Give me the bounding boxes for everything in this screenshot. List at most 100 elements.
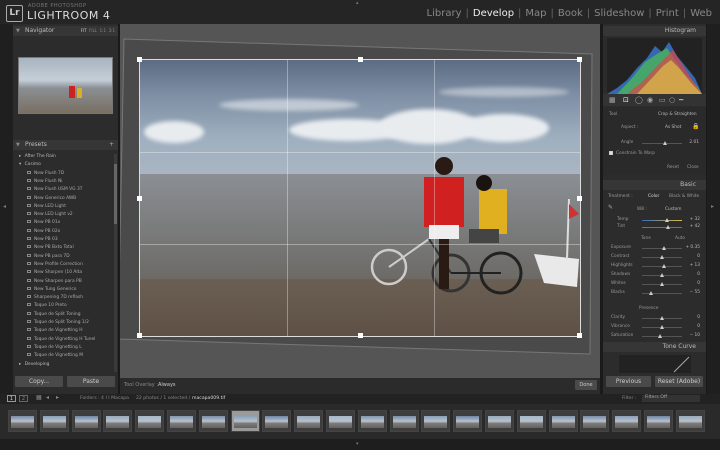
white-balance-picker-icon[interactable]: ✎ — [608, 204, 613, 211]
slider-value[interactable]: − 10 — [680, 333, 700, 338]
filmstrip-thumbnail[interactable] — [453, 410, 483, 432]
filmstrip-thumbnail[interactable] — [357, 410, 387, 432]
adjustment-slider[interactable] — [642, 291, 682, 295]
crop-reset-button[interactable]: Reset — [667, 165, 679, 170]
preset-item[interactable]: New LED Light v2 — [27, 212, 73, 220]
slider-value[interactable]: + 0.35 — [680, 245, 700, 250]
module-develop[interactable]: Develop — [469, 8, 518, 19]
spot-removal-icon[interactable]: ◯ — [635, 96, 643, 104]
basic-header[interactable]: Basic — [603, 180, 706, 190]
auto-tone-button[interactable]: Auto — [675, 236, 685, 241]
histogram-chart[interactable] — [607, 38, 702, 94]
filmstrip-thumbnail[interactable] — [326, 410, 355, 432]
filter-select[interactable]: Filters Off — [642, 395, 700, 402]
adjustment-slider[interactable] — [642, 264, 682, 268]
aspect-select[interactable]: As Shot — [665, 125, 681, 130]
preset-item[interactable]: New Tung Generico — [27, 286, 76, 295]
adjustment-slider[interactable] — [642, 273, 682, 277]
crop-handle-bottom[interactable] — [358, 333, 363, 338]
filmstrip-thumbnail[interactable] — [71, 410, 101, 432]
tone-curve-header[interactable]: Tone Curve — [603, 342, 706, 352]
preset-item[interactable]: New PB 03 — [27, 237, 58, 245]
screen-1-button[interactable]: 1 — [7, 395, 16, 402]
paste-button[interactable]: Paste — [67, 376, 115, 387]
angle-value[interactable]: 2.01 — [679, 140, 699, 145]
preset-item[interactable]: New PB Bxto Total — [27, 245, 74, 253]
crop-tool-icon[interactable]: ⊡ — [623, 96, 629, 104]
wb-select[interactable]: Custom — [665, 207, 681, 212]
filmstrip-thumbnail[interactable] — [675, 410, 705, 432]
reset-adobe-button[interactable]: Reset (Adobe) — [655, 376, 703, 387]
zoom-options[interactable]: FIT FILL 1:1 3:1 — [81, 26, 115, 36]
collapse-filmstrip-icon[interactable]: ▾ — [356, 441, 359, 447]
filmstrip-thumbnail[interactable] — [421, 410, 451, 432]
adjustment-brush-icon[interactable]: ━ — [679, 96, 683, 104]
crop-frame[interactable] — [137, 57, 582, 338]
grid-view-icon[interactable]: ▦ — [36, 394, 42, 401]
adjustment-slider[interactable] — [642, 316, 682, 320]
module-print[interactable]: Print — [652, 8, 683, 19]
filmstrip-thumbnail[interactable] — [262, 410, 292, 432]
screen-2-button[interactable]: 2 — [19, 395, 28, 402]
preset-item[interactable]: Toque de Vignetting M — [27, 353, 83, 361]
preset-item[interactable]: Toque de Vignetting H Tunel — [27, 336, 95, 345]
preset-item[interactable]: New Flush Ni — [27, 178, 62, 187]
filmstrip-thumbnail[interactable] — [580, 410, 610, 432]
radial-filter-icon[interactable]: ○ — [669, 96, 675, 104]
done-button[interactable]: Done — [575, 380, 597, 390]
adjustment-slider[interactable] — [642, 255, 682, 259]
crop-handle-bottom-right[interactable] — [577, 333, 582, 338]
crop-handle-bottom-left[interactable] — [137, 333, 142, 338]
preset-item[interactable]: New PB para 7D — [27, 253, 70, 262]
navigator-preview[interactable] — [18, 57, 113, 114]
slider-value[interactable]: 0 — [680, 272, 700, 277]
tool-overlay-select[interactable]: Always — [158, 382, 176, 388]
angle-slider[interactable] — [642, 141, 682, 145]
preset-folder[interactable]: ▸ Developing — [19, 362, 49, 370]
crop-handle-top-left[interactable] — [137, 57, 142, 62]
crop-close-button[interactable]: Close — [687, 165, 699, 170]
preset-item[interactable]: New Flush USM VG 3T — [27, 187, 82, 195]
adjustment-slider[interactable] — [642, 334, 682, 338]
temp-value[interactable]: + 32 — [680, 217, 700, 222]
collapse-top-icon[interactable]: ▴ — [356, 0, 359, 6]
module-book[interactable]: Book — [554, 8, 587, 19]
red-eye-icon[interactable]: ◉ — [647, 96, 653, 104]
source-label[interactable]: Folders : 4 I I Macapa — [80, 396, 129, 401]
module-slideshow[interactable]: Slideshow — [590, 8, 648, 19]
slider-value[interactable]: + 13 — [680, 263, 700, 268]
preset-item[interactable]: New PB 01x — [27, 220, 60, 228]
filmstrip-thumbnail[interactable] — [230, 410, 260, 432]
slider-value[interactable]: 0 — [680, 315, 700, 320]
filmstrip-thumbnail[interactable] — [516, 410, 546, 432]
preset-item[interactable]: New PB 02x — [27, 228, 60, 237]
preset-item[interactable]: New Sharpen (10 Alta — [27, 270, 82, 278]
forward-arrow-icon[interactable]: ▸ — [56, 394, 59, 401]
adjustment-slider[interactable] — [642, 246, 682, 250]
slider-value[interactable]: 0 — [680, 281, 700, 286]
adjustment-slider[interactable] — [642, 325, 682, 329]
filmstrip-thumbnail[interactable] — [389, 410, 419, 432]
add-preset-icon[interactable]: + — [109, 140, 114, 150]
filmstrip-thumbnail[interactable] — [548, 410, 578, 432]
filmstrip-thumbnail[interactable] — [198, 410, 228, 432]
histogram-header[interactable]: Histogram — [603, 26, 706, 36]
lock-icon[interactable]: 🔒 — [692, 123, 699, 130]
preset-item[interactable]: New Generico AWB — [27, 195, 76, 204]
graduated-filter-icon[interactable]: ▭ — [659, 96, 666, 104]
tint-value[interactable]: + 42 — [680, 224, 700, 229]
collapse-right-icon[interactable]: ▸ — [711, 203, 714, 210]
left-edge-strip[interactable] — [0, 24, 13, 394]
slider-value[interactable]: 0 — [680, 324, 700, 329]
adjustment-slider[interactable] — [642, 282, 682, 286]
preset-folder[interactable]: ▸ After The Rain — [19, 154, 56, 162]
filmstrip-thumbnail[interactable] — [294, 410, 324, 432]
crop-handle-right[interactable] — [577, 196, 582, 201]
preset-item[interactable]: Toque de Vignetting H — [27, 328, 83, 336]
grid-overlay-icon[interactable]: ▦ — [609, 96, 616, 104]
previous-button[interactable]: Previous — [606, 376, 651, 387]
tint-slider[interactable] — [642, 225, 682, 229]
collapse-left-icon[interactable]: ◂ — [3, 203, 6, 210]
module-web[interactable]: Web — [686, 8, 716, 19]
preset-item[interactable]: New Profile Correction — [27, 261, 83, 270]
